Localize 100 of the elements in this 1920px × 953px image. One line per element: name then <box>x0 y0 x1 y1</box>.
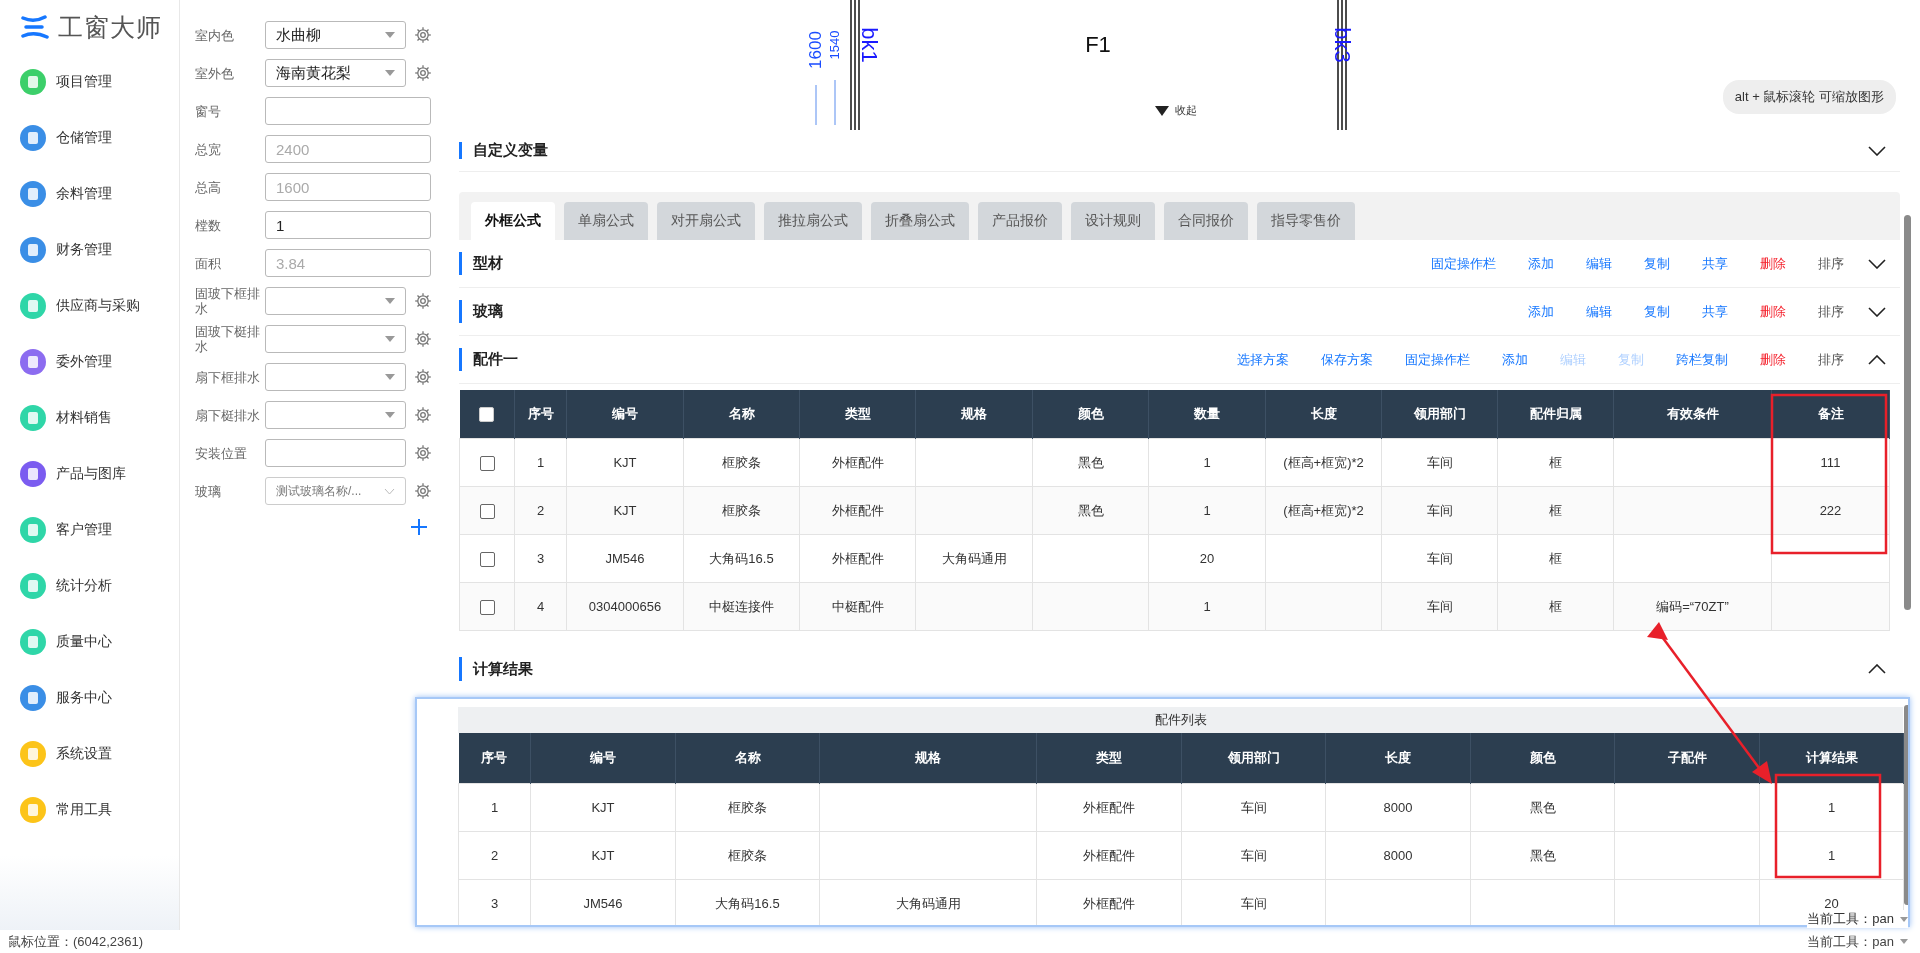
select-field[interactable] <box>265 325 406 353</box>
tab[interactable]: 单扇公式 <box>564 202 648 240</box>
sidebar-item[interactable]: 客户管理 <box>0 502 179 558</box>
settings-icon[interactable] <box>414 330 432 348</box>
table-cell: 2 <box>514 486 567 535</box>
settings-icon[interactable] <box>414 64 432 82</box>
action-link[interactable]: 删除 <box>1744 302 1802 321</box>
select-field[interactable]: 海南黄花梨 <box>265 59 406 87</box>
action-link[interactable]: 复制 <box>1628 302 1686 321</box>
sidebar-item[interactable]: 委外管理 <box>0 334 179 390</box>
sidebar-item[interactable]: 服务中心 <box>0 670 179 726</box>
caret-icon <box>385 374 395 380</box>
action-link[interactable]: 添加 <box>1512 302 1570 321</box>
field-label: 总高 <box>195 179 222 195</box>
sidebar-item[interactable]: 常用工具 <box>0 782 179 838</box>
select-field[interactable] <box>265 287 406 315</box>
sidebar-item[interactable]: 产品与图库 <box>0 446 179 502</box>
action-link[interactable]: 共享 <box>1686 302 1744 321</box>
checkbox[interactable] <box>479 551 495 567</box>
action-link[interactable]: 编辑 <box>1570 302 1628 321</box>
tab[interactable]: 折叠扇公式 <box>871 202 969 240</box>
settings-icon[interactable] <box>414 444 432 462</box>
input-field[interactable]: 3.84 <box>265 249 431 277</box>
table-cell: 车间 <box>1381 438 1498 487</box>
action-link[interactable]: 复制 <box>1628 254 1686 273</box>
select-field[interactable] <box>265 401 406 429</box>
caret-icon <box>1155 105 1169 116</box>
action-link[interactable]: 添加 <box>1512 254 1570 273</box>
table-cell: 框胶条 <box>675 831 820 880</box>
section-header[interactable]: 计算结果 <box>459 645 1900 693</box>
table-cell: 框 <box>1497 486 1614 535</box>
caret-icon[interactable] <box>1900 916 1908 922</box>
section-header[interactable]: 型材 固定操作栏 添加 编辑 复制 共享 删除 排序 <box>459 240 1900 288</box>
action-link[interactable]: 固定操作栏 <box>1389 350 1486 369</box>
settings-icon[interactable] <box>414 26 432 44</box>
input-field[interactable]: 2400 <box>265 135 431 163</box>
settings-icon[interactable] <box>414 368 432 386</box>
sidebar-item[interactable]: 统计分析 <box>0 558 179 614</box>
action-link[interactable]: 跨栏复制 <box>1660 350 1744 369</box>
section-header[interactable]: 玻璃 添加 编辑 复制 共享 删除 排序 <box>459 288 1900 336</box>
tab[interactable]: 外框公式 <box>471 202 555 240</box>
table-cell: 框 <box>1497 534 1614 583</box>
action-link[interactable]: 固定操作栏 <box>1415 254 1512 273</box>
select-field[interactable]: 测试玻璃名称/... <box>265 477 406 505</box>
select-field[interactable] <box>265 363 406 391</box>
action-link[interactable]: 保存方案 <box>1305 350 1389 369</box>
frame-label: bk1 <box>857 27 882 63</box>
input-field[interactable]: 1600 <box>265 173 431 201</box>
checkbox[interactable] <box>479 599 495 615</box>
input-field[interactable] <box>265 97 431 125</box>
chevron-up-icon[interactable] <box>1868 664 1886 674</box>
sidebar-item[interactable]: 仓储管理 <box>0 110 179 166</box>
sidebar-item[interactable]: 系统设置 <box>0 726 179 782</box>
table-cell: 黑色 <box>1032 486 1149 535</box>
sidebar-item[interactable]: 财务管理 <box>0 222 179 278</box>
action-link[interactable]: 排序 <box>1802 350 1860 369</box>
tab[interactable]: 对开扇公式 <box>657 202 755 240</box>
sidebar-item[interactable]: 供应商与采购 <box>0 278 179 334</box>
settings-icon[interactable] <box>414 292 432 310</box>
chevron-down-icon[interactable] <box>1868 258 1886 269</box>
tab[interactable]: 产品报价 <box>978 202 1062 240</box>
action-link[interactable]: 删除 <box>1744 254 1802 273</box>
table-caption: 配件列表 <box>458 707 1903 733</box>
add-icon[interactable] <box>410 518 428 536</box>
settings-icon[interactable] <box>414 406 432 424</box>
caret-icon[interactable] <box>1900 939 1908 944</box>
action-link[interactable]: 共享 <box>1686 254 1744 273</box>
field-label: 玻璃 <box>195 483 222 499</box>
scrollbar-thumb[interactable] <box>1903 215 1911 610</box>
chevron-up-icon[interactable] <box>1868 354 1886 365</box>
action-link[interactable]: 编辑 <box>1570 254 1628 273</box>
field-label: 扇下梃排水 <box>195 407 261 423</box>
dimension-label: 1540 <box>827 30 842 60</box>
section-header[interactable]: 自定义变量 <box>459 130 1900 172</box>
chevron-down-icon[interactable] <box>1868 306 1886 317</box>
action-link[interactable]: 添加 <box>1486 350 1544 369</box>
input-field[interactable] <box>265 439 406 467</box>
input-field[interactable]: 1 <box>265 211 431 239</box>
tab[interactable]: 推拉扇公式 <box>764 202 862 240</box>
action-link[interactable]: 选择方案 <box>1221 350 1305 369</box>
sidebar-item[interactable]: 余料管理 <box>0 166 179 222</box>
action-link[interactable]: 删除 <box>1744 350 1802 369</box>
sidebar-item[interactable]: 质量中心 <box>0 614 179 670</box>
sidebar-item[interactable]: 项目管理 <box>0 54 179 110</box>
field-label: 扇下框排水 <box>195 369 261 385</box>
select-field[interactable]: 水曲柳 <box>265 21 406 49</box>
sidebar-item[interactable]: 材料销售 <box>0 390 179 446</box>
table-cell: KJT <box>566 438 684 487</box>
table-cell: 车间 <box>1381 582 1498 631</box>
chevron-down-icon[interactable] <box>1868 145 1886 156</box>
collapse-toggle[interactable]: 收起 <box>1155 103 1197 118</box>
action-link[interactable]: 排序 <box>1802 254 1860 273</box>
tab[interactable]: 合同报价 <box>1164 202 1248 240</box>
checkbox[interactable] <box>479 503 495 519</box>
tab[interactable]: 指导零售价 <box>1257 202 1355 240</box>
field-label: 安装位置 <box>195 445 248 461</box>
tab[interactable]: 设计规则 <box>1071 202 1155 240</box>
action-link[interactable]: 排序 <box>1802 302 1860 321</box>
checkbox[interactable] <box>479 455 495 471</box>
settings-icon[interactable] <box>414 482 432 500</box>
